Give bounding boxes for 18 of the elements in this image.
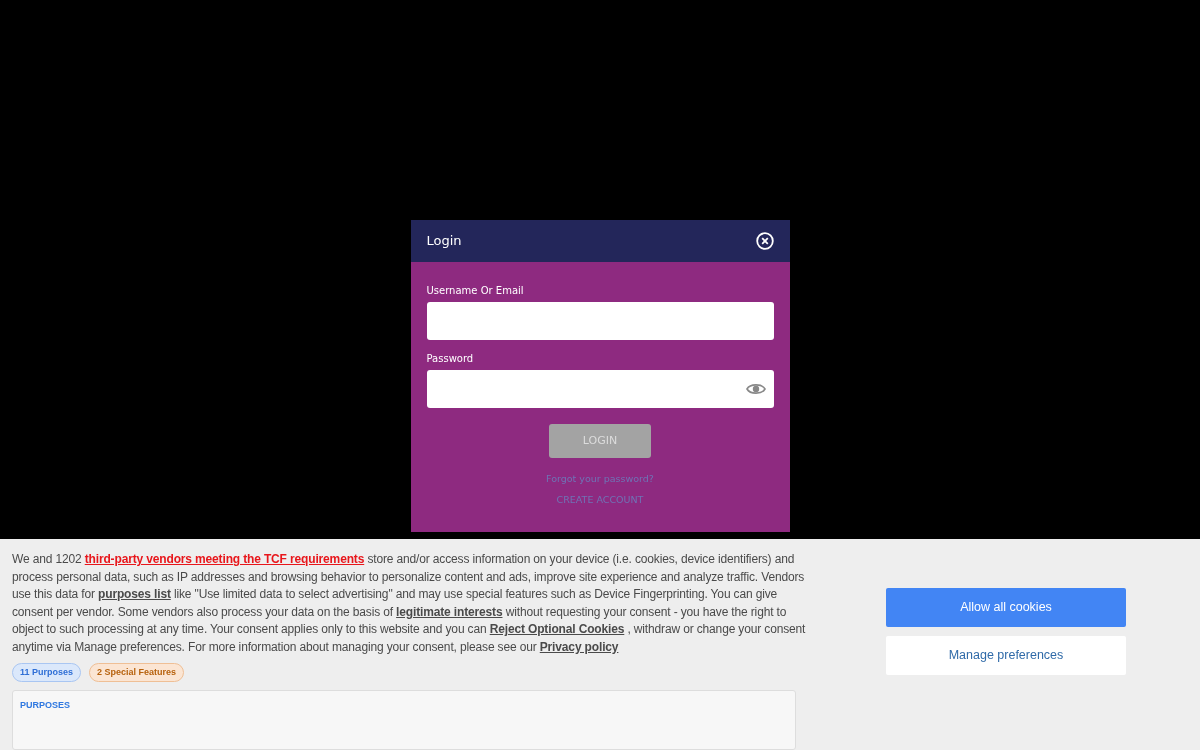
consent-link[interactable]: purposes list	[98, 587, 171, 602]
field-label: Username Or Email	[426, 284, 525, 298]
username-field[interactable]	[426, 302, 774, 340]
preferences-button[interactable]: Manage preferences	[886, 635, 1126, 675]
password-field[interactable]	[426, 370, 774, 408]
consent-link[interactable]: Reject Optional Cookies	[489, 622, 625, 637]
consent-link[interactable]: Privacy policy	[539, 639, 619, 654]
close-icon[interactable]	[755, 232, 774, 250]
consent-text: We and 1202 third-party vendors meeting the TCF requirements store and/or access information on your device (i.e. cookies, device identifiers) and process personal data, such as IP addresses and browsing behavior to personalize content and ads, improve site experience and analyze traffic. Vendors use this data for purposes list like "Use limited data to select advertising" and may use special features such as Device Fingerprinting. You can give consent per vendor. Some vendors also process your data on the basis of legitimate interests without requesting your consent - you have the right to object to such processing at any time. Your consent applies only to this website and you can Reject Optional Cookies , withdraw or change your consent anytime via Manage preferences. For more information about managing your consent, please see our Privacy policy	[12, 550, 807, 656]
consent-link[interactable]: legitimate interests	[396, 604, 503, 619]
field-label: Password	[426, 352, 475, 366]
vendors-link[interactable]: third-party vendors meeting the TCF requirements	[84, 551, 365, 566]
count-tag: 2 Special Features	[89, 662, 185, 682]
eye-icon[interactable]	[745, 382, 766, 396]
allow-button[interactable]: Allow all cookies	[886, 587, 1126, 627]
panel-title: PURPOSES	[20, 699, 71, 712]
count-tag: 11 Purposes	[12, 662, 82, 682]
dialog-title: Login	[426, 232, 462, 251]
